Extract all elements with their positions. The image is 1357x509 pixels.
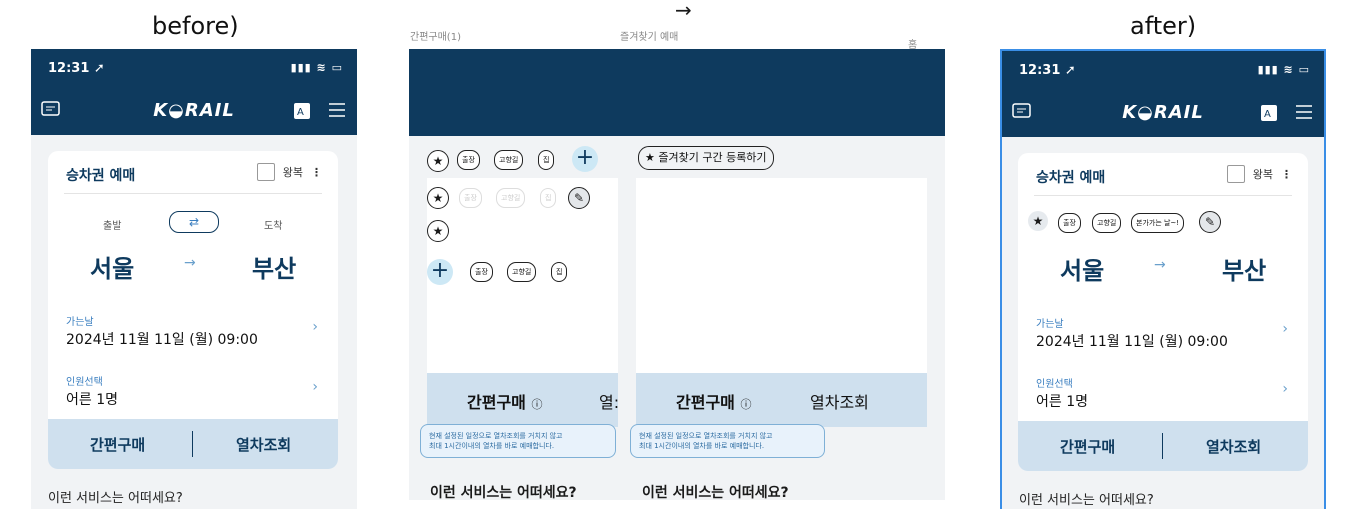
direction-arrow-icon: → bbox=[1154, 257, 1166, 273]
action-divider bbox=[192, 431, 193, 457]
spec-label-fav: 즐겨찾기 예매 bbox=[620, 32, 679, 43]
translate-icon[interactable]: A bbox=[293, 102, 311, 120]
fav-chip[interactable]: 고향길 bbox=[507, 262, 537, 282]
fav-chip-faded: 고향길 bbox=[496, 188, 526, 208]
add-icon[interactable]: + bbox=[572, 146, 598, 172]
info-icon[interactable]: ⓘ bbox=[531, 398, 542, 411]
spec-header bbox=[409, 49, 945, 136]
add-icon[interactable]: + bbox=[427, 259, 453, 285]
depart-label: 출발 bbox=[103, 221, 122, 232]
fav-chip[interactable]: 집 bbox=[538, 150, 555, 170]
quick-buy-button[interactable]: 간편구매 bbox=[90, 434, 145, 455]
spec-panel-right bbox=[636, 178, 927, 373]
status-bar: 12:31 ➚ ▮▮▮ ≋ ▭ bbox=[1002, 51, 1324, 91]
fav-chip[interactable]: 집 bbox=[551, 262, 568, 282]
action-bar: 간편구매 열차조회 bbox=[48, 419, 338, 469]
train-lookup-cut[interactable]: 열: bbox=[599, 389, 618, 413]
train-lookup-label[interactable]: 열차조회 bbox=[810, 389, 869, 413]
to-station[interactable]: 부산 bbox=[252, 249, 296, 284]
menu-icon[interactable] bbox=[329, 103, 345, 117]
more-icon[interactable]: ⋮ bbox=[311, 166, 322, 179]
status-bar: 12:31 ➚ ▮▮▮ ≋ ▭ bbox=[31, 49, 357, 89]
chevron-right-icon[interactable]: › bbox=[1282, 381, 1288, 397]
star-icon[interactable]: ★ bbox=[427, 187, 449, 209]
quick-buy-label[interactable]: 간편구매 ⓘ bbox=[467, 389, 542, 413]
people-value[interactable]: 어른 1명 bbox=[66, 389, 118, 409]
fav-chip-faded: 출장 bbox=[459, 188, 482, 208]
direction-arrow-icon: → bbox=[184, 255, 196, 271]
service-heading: 이런 서비스는 어떠세요? bbox=[48, 491, 183, 506]
app-bar: K◒RAIL A bbox=[31, 89, 357, 135]
round-checkbox[interactable] bbox=[1226, 165, 1245, 183]
action-bar: 간편구매 열차조회 bbox=[1018, 421, 1308, 471]
status-time: 12:31 ➚ bbox=[48, 61, 105, 76]
before-phone: 12:31 ➚ ▮▮▮ ≋ ▭ K◒RAIL A 승차권 예매 왕복 ⋮ 출발 ⇄… bbox=[31, 49, 357, 509]
train-lookup-button[interactable]: 열차조회 bbox=[236, 434, 291, 455]
edit-pencil-icon[interactable]: ✎ bbox=[1199, 211, 1221, 233]
menu-icon[interactable] bbox=[1296, 105, 1312, 119]
status-time: 12:31 ➚ bbox=[1019, 63, 1076, 78]
swap-button[interactable]: ⇄ bbox=[169, 211, 219, 233]
svg-text:A: A bbox=[1264, 109, 1271, 120]
arrive-label: 도착 bbox=[264, 221, 283, 232]
service-heading: 이런 서비스는 어떠세요? bbox=[1019, 493, 1154, 508]
card-title: 승차권 예매 bbox=[1036, 170, 1106, 186]
divider bbox=[1034, 195, 1292, 196]
more-icon[interactable]: ⋮ bbox=[1281, 168, 1292, 181]
svg-text:A: A bbox=[297, 107, 304, 118]
translate-icon[interactable]: A bbox=[1260, 104, 1278, 122]
round-trip-toggle[interactable]: 왕복 ⋮ bbox=[1226, 165, 1292, 183]
quick-buy-label[interactable]: 간편구매 ⓘ bbox=[676, 389, 751, 413]
edit-pencil-icon[interactable]: ✎ bbox=[568, 187, 590, 209]
quick-buy-tooltip: 현재 설정된 일정으로 열차조회를 거치지 않고 최대 1시간이내의 열차를 바로… bbox=[420, 424, 616, 458]
quick-buy-tooltip: 현재 설정된 일정으로 열차조회를 거치지 않고 최대 1시간이내의 열차를 바로… bbox=[630, 424, 825, 458]
date-value[interactable]: 2024년 11월 11일 (월) 09:00 bbox=[1036, 331, 1228, 351]
after-label: after) bbox=[1130, 12, 1197, 40]
service-heading: 이런 서비스는 어떠세요? bbox=[430, 485, 577, 501]
fav-chip[interactable]: 고향길 bbox=[494, 150, 524, 170]
people-label: 인원선택 bbox=[66, 377, 103, 388]
card-title: 승차권 예매 bbox=[66, 168, 136, 184]
after-phone: 12:31 ➚ ▮▮▮ ≋ ▭ K◒RAIL A 승차권 예매 왕복 ⋮ ★ 출장… bbox=[1000, 49, 1326, 509]
divider bbox=[64, 193, 322, 194]
people-label: 인원선택 bbox=[1036, 379, 1073, 390]
date-label: 가는날 bbox=[66, 317, 94, 328]
chevron-right-icon[interactable]: › bbox=[312, 379, 318, 395]
fav-chip[interactable]: 출장 bbox=[470, 262, 493, 282]
fav-chip[interactable]: 본가가는 날~! bbox=[1131, 213, 1185, 233]
info-icon[interactable]: ⓘ bbox=[740, 398, 751, 411]
chevron-right-icon[interactable]: › bbox=[1282, 321, 1288, 337]
spec-action-bar-right: 간편구매 ⓘ 열차조회 bbox=[636, 373, 927, 427]
to-station[interactable]: 부산 bbox=[1222, 251, 1266, 286]
before-label: before) bbox=[152, 12, 239, 40]
booking-card: 승차권 예매 왕복 ⋮ ★ 출장 고향길 본가가는 날~! ✎ 서울 → 부산 가… bbox=[1018, 153, 1308, 471]
round-trip-toggle[interactable]: 왕복 ⋮ bbox=[256, 163, 322, 181]
star-icon[interactable]: ★ bbox=[427, 150, 449, 172]
arrow-label: → bbox=[675, 0, 692, 22]
from-station[interactable]: 서울 bbox=[1060, 251, 1104, 286]
signal-icon: ▮▮▮ ≋ ▭ bbox=[290, 61, 343, 74]
star-icon[interactable]: ★ bbox=[427, 220, 449, 242]
round-checkbox[interactable] bbox=[256, 163, 275, 181]
star-icon[interactable]: ★ bbox=[1028, 211, 1048, 231]
people-value[interactable]: 어른 1명 bbox=[1036, 391, 1088, 411]
date-value[interactable]: 2024년 11월 11일 (월) 09:00 bbox=[66, 329, 258, 349]
from-station[interactable]: 서울 bbox=[90, 249, 134, 284]
chevron-right-icon[interactable]: › bbox=[312, 319, 318, 335]
train-lookup-button[interactable]: 열차조회 bbox=[1206, 436, 1261, 457]
add-fav-route-button[interactable]: ★ 즐겨찾기 구간 등록하기 bbox=[638, 146, 774, 170]
fav-chip-faded: 집 bbox=[540, 188, 557, 208]
app-bar: K◒RAIL A bbox=[1002, 91, 1324, 137]
fav-chip[interactable]: 출장 bbox=[1058, 213, 1081, 233]
action-divider bbox=[1162, 433, 1163, 459]
booking-card: 승차권 예매 왕복 ⋮ 출발 ⇄ 도착 서울 → 부산 가는날 2024년 11월… bbox=[48, 151, 338, 469]
fav-chip[interactable]: 출장 bbox=[457, 150, 480, 170]
signal-icon: ▮▮▮ ≋ ▭ bbox=[1257, 63, 1310, 76]
spec-label-quick: 간편구매(1) bbox=[410, 32, 461, 43]
date-label: 가는날 bbox=[1036, 319, 1064, 330]
service-heading: 이런 서비스는 어떠세요? bbox=[642, 485, 789, 501]
spec-action-bar-left: 간편구매 ⓘ 열: bbox=[427, 373, 618, 427]
fav-chip[interactable]: 고향길 bbox=[1092, 213, 1122, 233]
quick-buy-button[interactable]: 간편구매 bbox=[1060, 436, 1115, 457]
